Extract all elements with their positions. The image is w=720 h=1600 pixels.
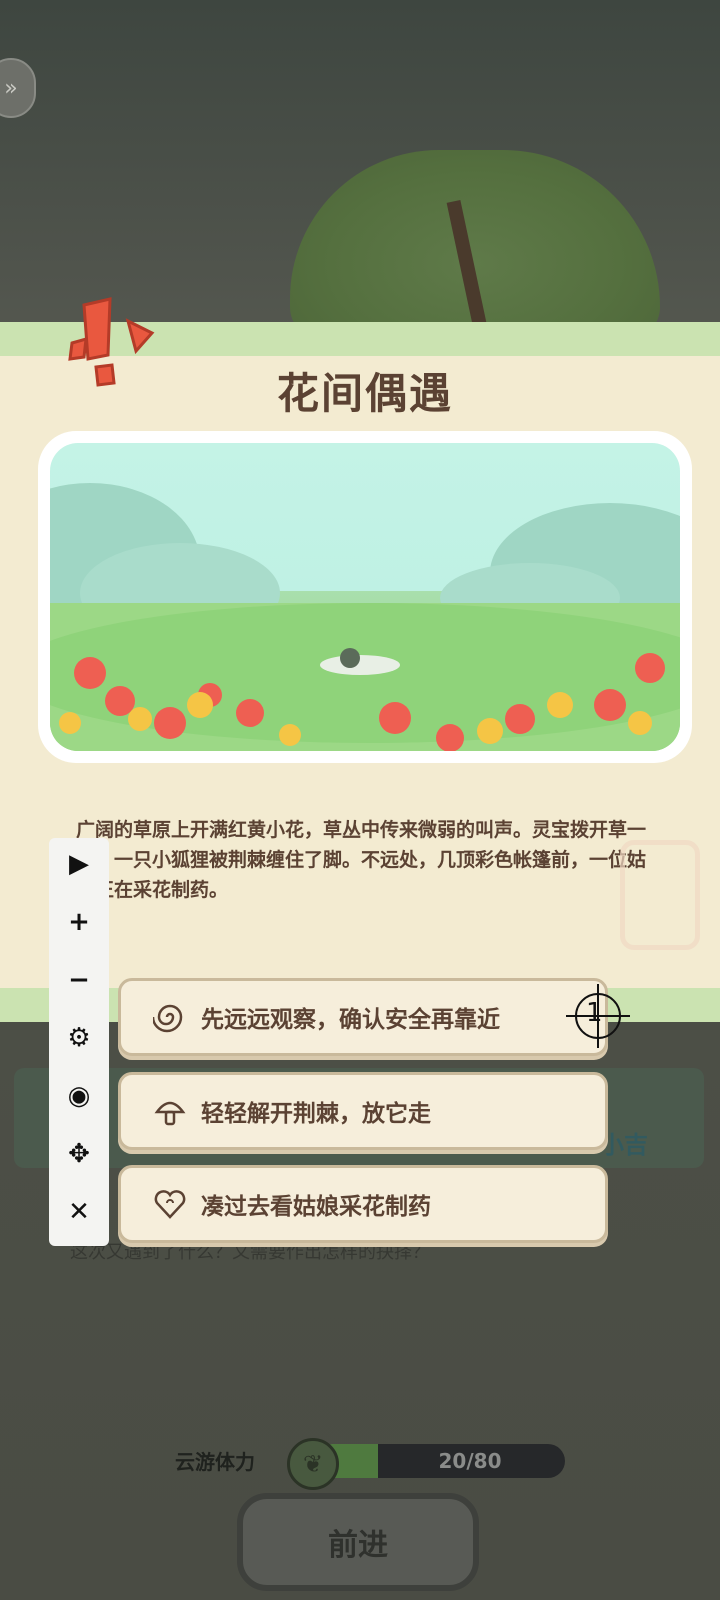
choice-option-3[interactable]: 凑过去看姑娘采花制药 bbox=[118, 1165, 608, 1243]
gear-icon[interactable]: ⚙ bbox=[49, 1014, 109, 1062]
spiral-icon bbox=[151, 998, 189, 1036]
stamina-value: 20/80 bbox=[438, 1449, 502, 1473]
event-description: 广阔的草原上开满红黄小花，草丛中传来微弱的叫声。灵宝拨开草一看，一只小狐狸被荆棘… bbox=[76, 819, 647, 901]
stamina-bar: 20/80 bbox=[315, 1444, 565, 1478]
crosshair-label: 1 bbox=[586, 998, 603, 1028]
zoom-out-icon[interactable]: − bbox=[49, 956, 109, 1004]
event-title: 花间偶遇 bbox=[276, 369, 453, 418]
zoom-in-icon[interactable]: + bbox=[49, 898, 109, 946]
choice-label: 凑过去看姑娘采花制药 bbox=[201, 1194, 431, 1220]
stamina-meter: 云游体力 20/80 ❦ bbox=[175, 1438, 565, 1490]
close-icon[interactable]: ✕ bbox=[49, 1188, 109, 1236]
eye-off-icon[interactable]: ◉ bbox=[49, 1072, 109, 1120]
background-prompt: 这次又遇到了什么？又需要作出怎样的抉择？ bbox=[70, 1242, 430, 1263]
choice-label: 轻轻解开荆棘，放它走 bbox=[201, 1101, 431, 1127]
heart-swirl-icon bbox=[151, 1185, 189, 1223]
stamina-label: 云游体力 bbox=[175, 1450, 255, 1474]
choice-option-2[interactable]: 轻轻解开荆棘，放它走 bbox=[118, 1072, 608, 1150]
choice-label: 先远远观察，确认安全再靠近 bbox=[201, 1007, 500, 1033]
paw-stamp bbox=[620, 840, 700, 950]
leaf-icon: ❦ bbox=[287, 1438, 339, 1490]
event-illustration bbox=[38, 431, 692, 763]
mushroom-icon bbox=[151, 1092, 189, 1130]
double-chevron-icon: » bbox=[4, 75, 18, 101]
advance-button[interactable]: 前进 bbox=[237, 1493, 479, 1591]
play-icon[interactable]: ▶ bbox=[49, 840, 109, 888]
floating-toolbar: ▶ + − ⚙ ◉ ✥ ✕ bbox=[49, 838, 109, 1246]
move-icon[interactable]: ✥ bbox=[49, 1130, 109, 1178]
choice-option-1[interactable]: 先远远观察，确认安全再靠近 bbox=[118, 978, 608, 1056]
